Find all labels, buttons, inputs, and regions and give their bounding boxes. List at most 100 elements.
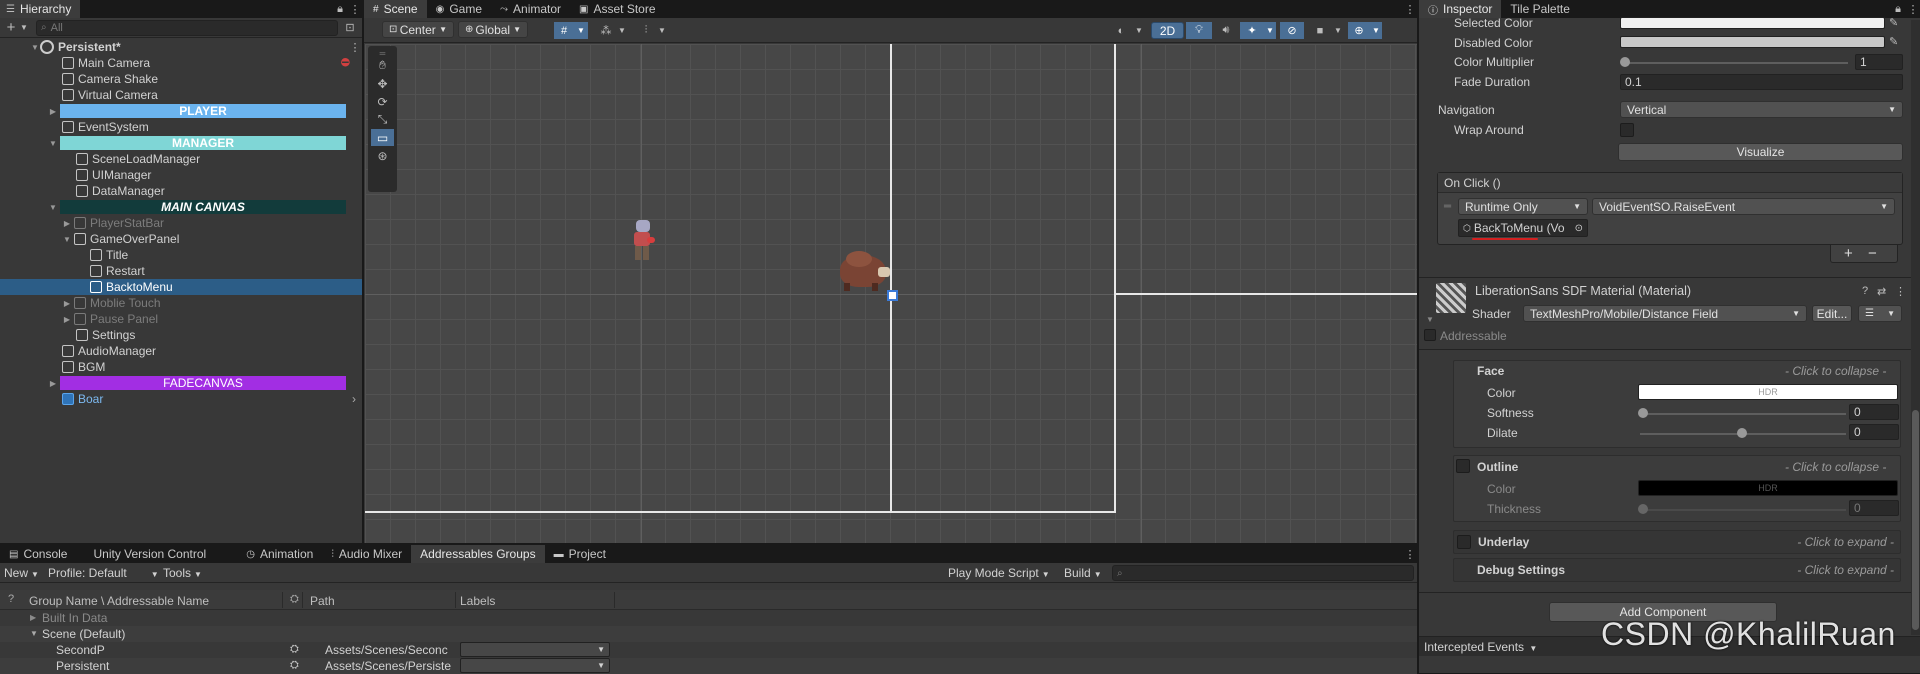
- hierarchy-item-main-camera[interactable]: Main Camera ⛔︎: [0, 55, 362, 71]
- chevron-right-icon[interactable]: ▶: [30, 613, 36, 622]
- kebab-menu-icon[interactable]: ⋮: [1403, 3, 1417, 16]
- hidden-objects-icon[interactable]: ⊘: [1280, 22, 1304, 39]
- lock-icon[interactable]: 🔒︎: [1890, 3, 1906, 16]
- color-multiplier-input[interactable]: 1: [1855, 54, 1903, 70]
- tab-unity-version-control[interactable]: Unity Version Control: [84, 545, 215, 563]
- hierarchy-item-restart[interactable]: Restart: [0, 263, 362, 279]
- edit-shader-button[interactable]: Edit...: [1812, 305, 1852, 322]
- face-color-field[interactable]: HDR: [1638, 384, 1898, 400]
- slider-knob[interactable]: [1638, 408, 1648, 418]
- kebab-menu-icon[interactable]: ⋮: [1895, 285, 1906, 298]
- slider-knob[interactable]: [1638, 504, 1648, 514]
- scale-tool-icon[interactable]: ⤡: [371, 111, 394, 129]
- hierarchy-item-sceneloadmanager[interactable]: SceneLoadManager: [0, 151, 362, 167]
- lock-icon[interactable]: 🔒︎: [332, 3, 348, 16]
- rotate-tool-icon[interactable]: ⟳: [371, 93, 394, 111]
- tab-scene[interactable]: # Scene: [364, 0, 427, 18]
- outline-color-field[interactable]: HDR: [1638, 480, 1898, 496]
- banner-player[interactable]: PLAYER: [60, 104, 346, 118]
- kebab-menu-icon[interactable]: ⋮: [348, 41, 362, 54]
- softness-input[interactable]: 0: [1849, 404, 1899, 420]
- move-tool-icon[interactable]: ✥: [371, 75, 394, 93]
- function-dropdown[interactable]: VoidEventSO.RaiseEvent ▼: [1592, 198, 1895, 215]
- face-collapse-hint[interactable]: - Click to collapse -: [1785, 364, 1886, 378]
- hierarchy-item-playerstatbar[interactable]: ▶ PlayerStatBar: [0, 215, 362, 231]
- hierarchy-item-boar[interactable]: Boar ›: [0, 391, 362, 407]
- intercepted-events-dropdown[interactable]: Intercepted Events ▼: [1424, 640, 1537, 654]
- hand-tool-icon[interactable]: ✋︎: [371, 57, 394, 75]
- drag-handle-icon[interactable]: ═: [1444, 201, 1451, 212]
- gizmos-icon[interactable]: ⊕: [1348, 22, 1370, 39]
- labels-dropdown[interactable]: ▼: [460, 658, 610, 673]
- outline-label[interactable]: Outline: [1477, 460, 1518, 474]
- hierarchy-item-uimanager[interactable]: UIManager: [0, 167, 362, 183]
- scrollbar-thumb[interactable]: [1912, 410, 1919, 630]
- add-icon[interactable]: +: [4, 19, 18, 36]
- object-picker-icon[interactable]: ⊙: [1575, 223, 1583, 234]
- hierarchy-item-gameoverpanel[interactable]: ▼ GameOverPanel: [0, 231, 362, 247]
- transform-tool-icon[interactable]: ⊛: [371, 147, 394, 165]
- slider-knob[interactable]: [1737, 428, 1747, 438]
- selected-color-field[interactable]: [1620, 17, 1885, 29]
- chevron-down-icon[interactable]: ▼: [1264, 22, 1276, 39]
- tab-asset-store[interactable]: ▣ Asset Store: [570, 0, 664, 18]
- banner-fadecanvas[interactable]: FADECANVAS: [60, 376, 346, 390]
- hierarchy-item-backtomenu[interactable]: BacktoMenu: [0, 279, 362, 295]
- kebab-menu-icon[interactable]: ⋮: [1906, 3, 1920, 16]
- softness-slider[interactable]: [1640, 413, 1846, 415]
- hierarchy-item-title[interactable]: Title: [0, 247, 362, 263]
- table-row[interactable]: SecondP ⛭ Assets/Scenes/Seconc ▼: [0, 642, 1417, 658]
- debug-settings-section[interactable]: Debug Settings - Click to expand -: [1453, 558, 1901, 582]
- shading-mode-icon[interactable]: ◐: [1109, 22, 1133, 39]
- chevron-down-icon[interactable]: ▼: [48, 203, 58, 212]
- chevron-down-icon[interactable]: ▼: [1133, 22, 1145, 39]
- new-dropdown[interactable]: New ▼: [4, 566, 39, 580]
- profile-dropdown[interactable]: Profile: Default ▼: [48, 566, 159, 580]
- kebab-menu-icon[interactable]: ⋮: [1403, 548, 1417, 561]
- addressables-search[interactable]: ⌕: [1112, 565, 1414, 581]
- hierarchy-item-camera-shake[interactable]: Camera Shake: [0, 71, 362, 87]
- hierarchy-item-pause-panel[interactable]: ▶ Pause Panel: [0, 311, 362, 327]
- shader-options-dropdown[interactable]: ☰ ▼: [1858, 305, 1902, 322]
- hierarchy-item-mobile-touch[interactable]: ▶ Moblie Touch: [0, 295, 362, 311]
- chevron-down-icon[interactable]: ▼: [30, 629, 38, 638]
- chevron-down-icon[interactable]: ▼: [62, 235, 72, 244]
- play-mode-script-dropdown[interactable]: Play Mode Script ▼: [948, 566, 1050, 580]
- pivot-dropdown[interactable]: ⊡ Center ▼: [382, 21, 454, 38]
- col-labels-header[interactable]: Labels: [460, 594, 495, 608]
- table-row[interactable]: ▶ Built In Data: [0, 610, 1417, 626]
- table-row[interactable]: ▼ Scene (Default): [0, 626, 1417, 642]
- ruler-icon[interactable]: ⫶: [636, 22, 656, 39]
- col-name-header[interactable]: Group Name \ Addressable Name: [29, 594, 209, 608]
- snap-increment-icon[interactable]: ⁂: [596, 22, 616, 39]
- addressable-checkbox[interactable]: [1424, 329, 1436, 341]
- thickness-input[interactable]: 0: [1849, 500, 1899, 516]
- foldout-arrow-icon[interactable]: ▼: [1426, 315, 1434, 324]
- underlay-section[interactable]: Underlay - Click to expand -: [1453, 530, 1901, 554]
- space-dropdown[interactable]: ⊕ Global ▼: [458, 21, 528, 38]
- selection-pivot-handle[interactable]: [887, 290, 898, 301]
- chevron-right-icon[interactable]: ▶: [48, 379, 58, 388]
- chevron-down-icon[interactable]: ▼: [48, 139, 58, 148]
- table-row[interactable]: Persistent ⛭ Assets/Scenes/Persiste ▼: [0, 658, 1417, 674]
- preset-icon[interactable]: ⇄: [1877, 285, 1886, 298]
- drag-handle-icon[interactable]: ═: [371, 49, 394, 58]
- audio-icon[interactable]: 🔊︎: [1214, 22, 1238, 39]
- hierarchy-item-virtual-camera[interactable]: Virtual Camera: [0, 87, 362, 103]
- thickness-slider[interactable]: [1640, 509, 1846, 511]
- hierarchy-item-eventsystem[interactable]: EventSystem: [0, 119, 362, 135]
- tab-addressables-groups[interactable]: Addressables Groups: [411, 545, 545, 563]
- tab-game[interactable]: ◉ Game: [427, 0, 491, 18]
- chevron-right-icon[interactable]: ▶: [62, 315, 72, 324]
- tools-dropdown[interactable]: Tools ▼: [163, 566, 202, 580]
- shader-dropdown[interactable]: TextMeshPro/Mobile/Distance Field ▼: [1523, 305, 1807, 322]
- hierarchy-search[interactable]: ⌕ All: [36, 19, 338, 36]
- player-sprite[interactable]: [629, 220, 655, 268]
- tab-project[interactable]: ▬ Project: [545, 545, 615, 563]
- eyedropper-icon[interactable]: ✎: [1889, 35, 1898, 48]
- tab-hierarchy[interactable]: ☰ Hierarchy: [0, 0, 81, 18]
- chevron-down-icon[interactable]: ▼: [1370, 22, 1382, 39]
- help-icon[interactable]: ?: [1862, 285, 1868, 297]
- hierarchy-item-audiomanager[interactable]: AudioManager: [0, 343, 362, 359]
- tab-animator[interactable]: ⤳ Animator: [491, 0, 570, 18]
